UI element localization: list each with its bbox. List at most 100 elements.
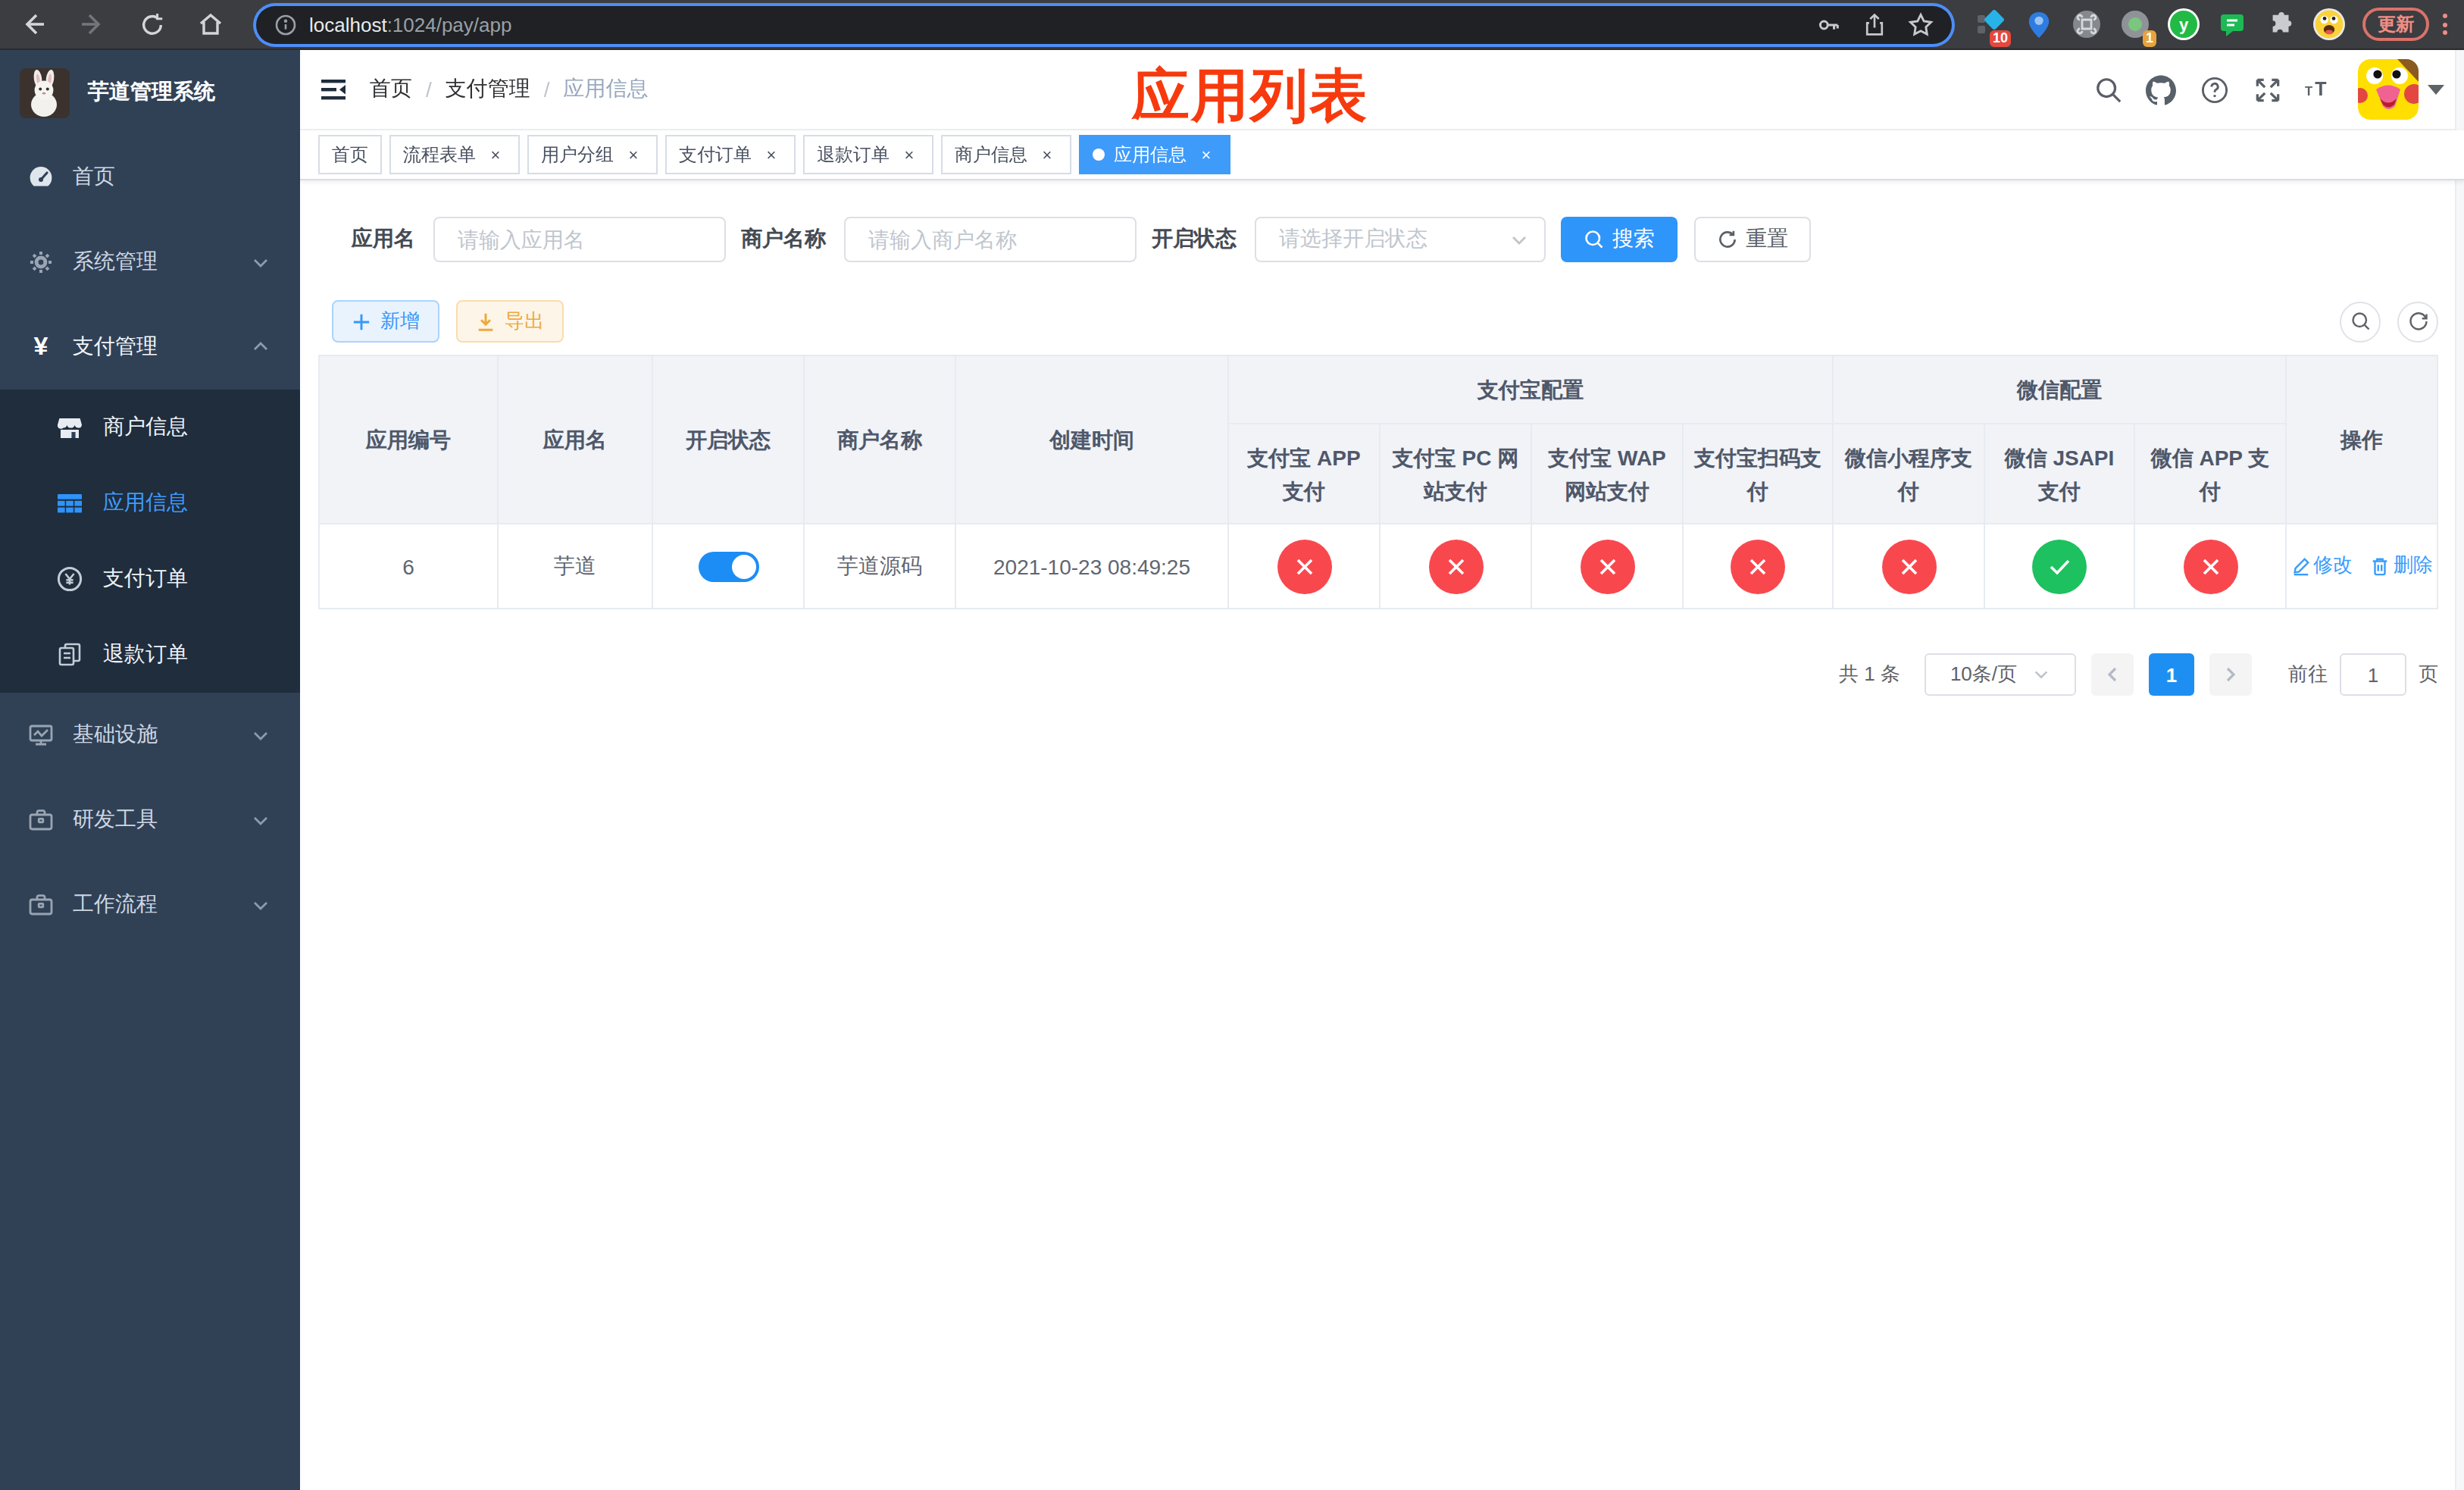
help-icon[interactable] (2199, 74, 2229, 105)
share-icon[interactable] (1862, 11, 1887, 37)
key-icon[interactable] (1815, 11, 1841, 37)
close-icon[interactable]: × (623, 144, 644, 165)
page-scrollbar[interactable] (2455, 50, 2464, 1490)
tab-home[interactable]: 首页 (318, 135, 382, 174)
close-icon[interactable]: × (1037, 144, 1058, 165)
github-icon[interactable] (2146, 74, 2176, 105)
page-1-button[interactable]: 1 (2149, 653, 2194, 696)
back-icon[interactable] (9, 5, 58, 44)
tab-user-group[interactable]: 用户分组× (527, 135, 658, 174)
tab-app-info[interactable]: 应用信息× (1079, 135, 1230, 174)
extension-y-icon[interactable]: y (2165, 6, 2202, 42)
goto-label: 前往 (2288, 661, 2328, 688)
next-page-button[interactable] (2209, 653, 2252, 696)
reset-button[interactable]: 重置 (1694, 217, 1811, 262)
header-actions: TT (2093, 59, 2464, 120)
caret-down-icon[interactable] (2428, 83, 2444, 95)
config-status-icon (1580, 539, 1634, 593)
chevron-left-icon (2103, 665, 2122, 684)
cell-config (1683, 524, 1833, 609)
download-icon (476, 311, 496, 331)
status-select[interactable]: 请选择开启状态 (1255, 217, 1546, 262)
sidebar-item-workflow[interactable]: 工作流程 (0, 862, 300, 947)
status-toggle[interactable] (698, 551, 758, 581)
sidebar-item-merchant-info[interactable]: 商户信息 (0, 390, 300, 465)
pagination: 共 1 条 10条/页 1 前往 1 页 (318, 653, 2438, 696)
extension-command-icon[interactable] (2068, 6, 2105, 42)
close-icon[interactable]: × (485, 144, 506, 165)
sidebar-item-payment[interactable]: ¥ 支付管理 (0, 305, 300, 390)
export-button[interactable]: 导出 (456, 300, 564, 343)
sidebar-item-pay-order[interactable]: 支付订单 (0, 541, 300, 617)
goto-page-input[interactable]: 1 (2340, 653, 2406, 696)
delete-link[interactable]: 删除 (2371, 552, 2433, 580)
table-row: 6 芋道 芋道源码 2021-10-23 08:49:25 修改 (319, 524, 2437, 609)
extension-circle-icon[interactable]: 1 (2117, 6, 2153, 42)
col-merchant: 商户名称 (804, 355, 955, 524)
close-icon[interactable]: × (1196, 144, 1217, 165)
close-icon[interactable]: × (899, 144, 920, 165)
tab-pay-order[interactable]: 支付订单× (665, 135, 796, 174)
table-toolbar: 新增 导出 (318, 300, 2438, 343)
logo-avatar (20, 67, 70, 117)
sidebar-item-label: 系统管理 (73, 249, 158, 276)
address-bar[interactable]: localhost:1024/pay/app (256, 5, 1952, 43)
screen: localhost:1024/pay/app 10 1 y 更新 (0, 0, 2464, 1490)
extensions-puzzle-icon[interactable] (2262, 6, 2299, 42)
breadcrumb-home[interactable]: 首页 (370, 76, 412, 103)
toolbox-icon (27, 806, 55, 834)
sidebar-item-infrastructure[interactable]: 基础设施 (0, 693, 300, 778)
search-icon[interactable] (2093, 74, 2123, 105)
forward-icon[interactable] (68, 5, 117, 44)
col-created: 创建时间 (955, 355, 1228, 524)
search-button[interactable]: 搜索 (1561, 217, 1678, 262)
browser-menu-icon[interactable] (2443, 14, 2447, 35)
reload-icon[interactable] (127, 5, 176, 44)
sidebar-item-refund-order[interactable]: 退款订单 (0, 617, 300, 693)
page-size-select[interactable]: 10条/页 (1925, 653, 2076, 696)
filter-label-status: 开启状态 (1152, 226, 1237, 253)
tab-merchant-info[interactable]: 商户信息× (941, 135, 1071, 174)
extension-diamond-icon[interactable]: 10 (1972, 6, 2008, 42)
config-status-icon (1881, 539, 1936, 593)
user-avatar[interactable] (2358, 59, 2419, 120)
fullscreen-icon[interactable] (2252, 74, 2282, 105)
tab-refund-order[interactable]: 退款订单× (803, 135, 933, 174)
col-status: 开启状态 (652, 355, 804, 524)
sidebar-item-app-info[interactable]: 应用信息 (0, 465, 300, 541)
sidebar-item-home[interactable]: 首页 (0, 135, 300, 220)
collapse-sidebar-icon[interactable] (318, 74, 349, 105)
sidebar-item-label: 首页 (73, 164, 115, 191)
prev-page-button[interactable] (2091, 653, 2134, 696)
tab-process-form[interactable]: 流程表单× (389, 135, 520, 174)
sidebar-item-label: 商户信息 (103, 414, 188, 441)
sidebar-item-dev-tools[interactable]: 研发工具 (0, 778, 300, 862)
sidebar-submenu: 商户信息 应用信息 支付订单 退款订单 (0, 390, 300, 693)
search-icon (2350, 311, 2371, 332)
chevron-down-icon (1509, 230, 1529, 249)
font-size-icon[interactable]: TT (2305, 74, 2335, 105)
close-icon[interactable]: × (761, 144, 782, 165)
chevron-down-icon (2032, 665, 2050, 684)
briefcase-icon (27, 891, 55, 919)
extension-badge: 10 (1990, 30, 2011, 47)
app-name-input[interactable] (433, 217, 726, 262)
merchant-name-input[interactable] (844, 217, 1137, 262)
sidebar-logo[interactable]: 芋道管理系统 (0, 50, 300, 135)
sidebar-item-system[interactable]: 系统管理 (0, 220, 300, 305)
total-count: 共 1 条 (1839, 661, 1900, 688)
cell-config (2134, 524, 2286, 609)
star-icon[interactable] (1908, 11, 1934, 37)
home-icon[interactable] (186, 5, 235, 44)
extension-chat-icon[interactable] (2214, 6, 2250, 42)
refresh-button[interactable] (2397, 301, 2438, 342)
col-alipay-wap: 支付宝 WAP网站支付 (1531, 424, 1683, 524)
update-button[interactable]: 更新 (2362, 8, 2429, 41)
add-button[interactable]: 新增 (332, 300, 439, 343)
show-search-button[interactable] (2340, 301, 2381, 342)
extension-pin-icon[interactable] (2020, 6, 2056, 42)
breadcrumb-payment[interactable]: 支付管理 (446, 76, 530, 103)
filter-label-merchant: 商户名称 (741, 226, 826, 253)
profile-avatar-icon[interactable] (2311, 6, 2347, 42)
edit-link[interactable]: 修改 (2290, 552, 2353, 580)
